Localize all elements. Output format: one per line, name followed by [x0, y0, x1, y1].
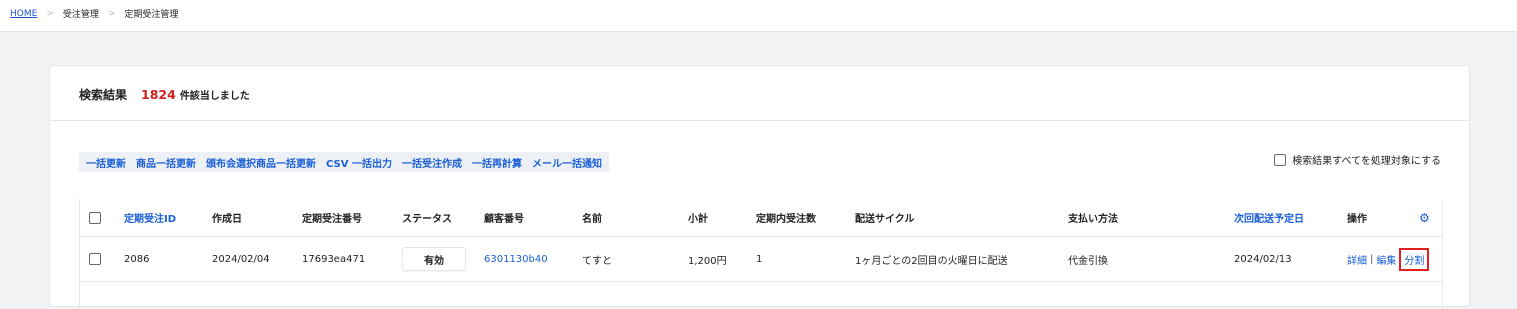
split-link[interactable]: 分割 — [1399, 247, 1430, 271]
bulk-mail-notify-button[interactable]: メール一括通知 — [532, 155, 602, 170]
search-results-card: 検索結果 1824 件該当しました 一括更新 商品一括更新 頒布会選択商品一括更… — [49, 65, 1470, 309]
cell-created: 2024/02/04 — [212, 253, 270, 265]
cell-status: 有効 — [402, 237, 466, 281]
breadcrumb: HOME > 受注管理 > 定期受注管理 — [10, 7, 179, 21]
divider — [50, 120, 1469, 121]
result-label: 検索結果 — [79, 88, 128, 102]
status-button[interactable]: 有効 — [402, 247, 466, 271]
bulk-csv-export-button[interactable]: CSV 一括出力 — [326, 155, 392, 170]
table-row: 2086 2024/02/04 17693ea471 有効 6301130b40… — [80, 237, 1442, 282]
header-customer-number: 顧客番号 — [484, 214, 524, 225]
breadcrumb-item-subscription-management: 定期受注管理 — [124, 10, 179, 20]
cell-operations: 詳細 | 編集 分割 — [1347, 237, 1430, 281]
breadcrumb-separator: > — [46, 8, 54, 19]
top-bar: HOME > 受注管理 > 定期受注管理 — [0, 0, 1517, 32]
header-status: ステータス — [402, 214, 452, 225]
cell-delivery-cycle: 1ヶ月ごとの2回目の火曜日に配送 — [855, 255, 1008, 267]
result-count: 1824 — [141, 87, 176, 102]
detail-link[interactable]: 詳細 — [1347, 252, 1367, 267]
bulk-distribution-product-update-button[interactable]: 頒布会選択商品一括更新 — [206, 155, 316, 170]
select-all-results-label: 検索結果すべてを処理対象にする — [1292, 156, 1441, 167]
header-subtotal: 小計 — [688, 214, 708, 225]
select-all-results-checkbox[interactable] — [1274, 153, 1287, 166]
select-all-results: 検索結果すべてを処理対象にする — [1274, 152, 1441, 167]
customer-number-link[interactable]: 6301130b40 — [484, 237, 548, 281]
bulk-product-update-button[interactable]: 商品一括更新 — [136, 155, 196, 170]
header-subscription-id[interactable]: 定期受注ID — [124, 199, 176, 236]
breadcrumb-separator: > — [107, 8, 116, 19]
cell-order-number: 17693ea471 — [302, 253, 366, 265]
bulk-order-create-button[interactable]: 一括受注作成 — [402, 155, 462, 170]
header-created: 作成日 — [212, 214, 242, 225]
header-operations: 操作 — [1347, 214, 1367, 225]
bulk-update-button[interactable]: 一括更新 — [86, 155, 126, 170]
bulk-recalculate-button[interactable]: 一括再計算 — [472, 155, 522, 170]
edit-link[interactable]: 編集 — [1376, 252, 1396, 267]
cell-subtotal: 1,200円 — [688, 255, 727, 267]
select-all-checkbox-cell — [89, 199, 101, 236]
orders-table: 定期受注ID 作成日 定期受注番号 ステータス 顧客番号 名前 小計 定期内受注… — [79, 199, 1443, 309]
breadcrumb-item-order-management: 受注管理 — [62, 10, 99, 20]
result-suffix: 件該当しました — [179, 91, 250, 102]
cell-next-delivery-date: 2024/02/13 — [1234, 253, 1292, 265]
header-delivery-cycle: 配送サイクル — [855, 214, 915, 225]
operations-separator: | — [1370, 253, 1374, 265]
cell-name: てすと — [582, 255, 612, 267]
breadcrumb-home-link[interactable]: HOME — [10, 9, 37, 19]
cell-payment-method: 代金引換 — [1068, 255, 1108, 267]
header-next-delivery-date[interactable]: 次回配送予定日 — [1234, 199, 1304, 236]
cell-order-count: 1 — [756, 253, 763, 265]
select-all-checkbox[interactable] — [89, 211, 101, 224]
gear-icon: ⚙ — [1419, 210, 1430, 225]
header-payment-method: 支払い方法 — [1068, 214, 1118, 225]
header-order-count: 定期内受注数 — [756, 214, 816, 225]
table-header-row: 定期受注ID 作成日 定期受注番号 ステータス 顧客番号 名前 小計 定期内受注… — [80, 199, 1442, 237]
cell-subscription-id: 2086 — [124, 253, 150, 265]
header-order-number: 定期受注番号 — [302, 214, 362, 225]
result-header: 検索結果 1824 件該当しました — [79, 86, 250, 103]
column-settings-button[interactable]: ⚙ — [1419, 199, 1430, 236]
header-name: 名前 — [582, 214, 602, 225]
row-checkbox-cell — [89, 237, 101, 281]
bulk-action-bar: 一括更新 商品一括更新 頒布会選択商品一括更新 CSV 一括出力 一括受注作成 … — [79, 152, 609, 172]
row-checkbox[interactable] — [89, 253, 101, 265]
